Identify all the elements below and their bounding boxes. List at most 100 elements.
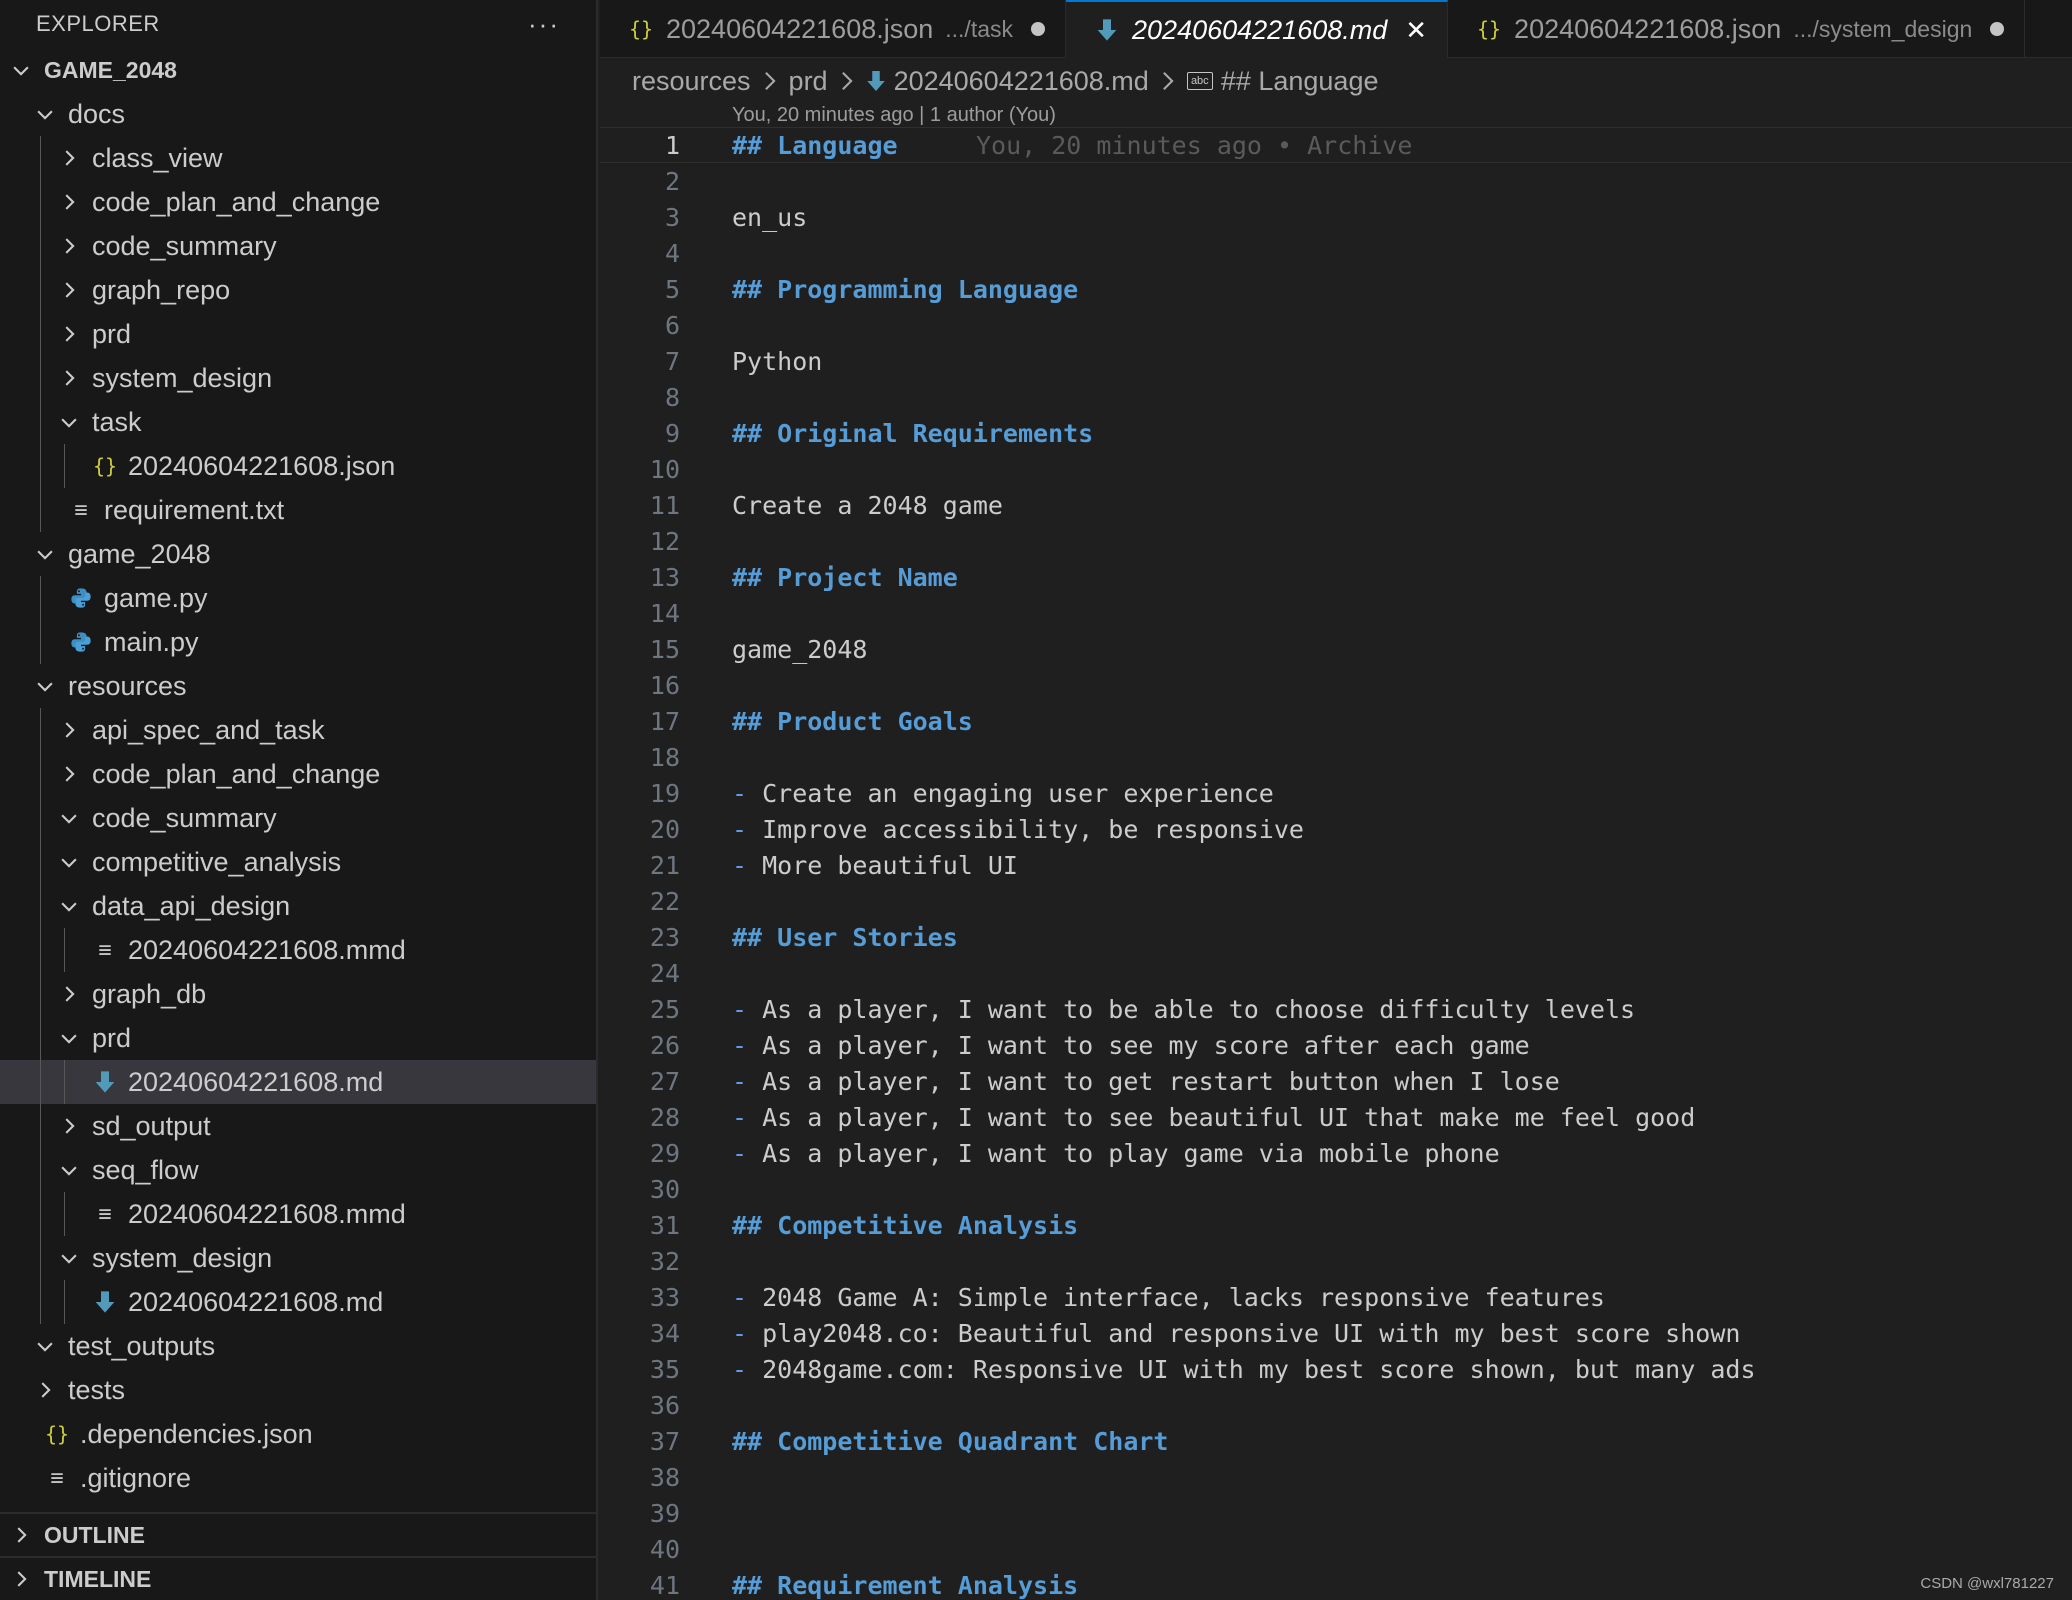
code-line[interactable]: 39 (600, 1495, 2072, 1531)
breadcrumb-item[interactable]: resources (632, 66, 751, 97)
close-icon[interactable]: ✕ (1405, 15, 1427, 46)
code-line[interactable]: 20 - Improve accessibility, be responsive (600, 811, 2072, 847)
code-line[interactable]: 6 (600, 307, 2072, 343)
tree-file[interactable]: ≡ .gitignore (0, 1456, 596, 1500)
tree-folder[interactable]: test_outputs (0, 1324, 596, 1368)
tree-file[interactable]: {} 20240604221608.json (0, 444, 596, 488)
code-line[interactable]: 26 - As a player, I want to see my score … (600, 1027, 2072, 1063)
editor-tabs: {} 20240604221608.json .../task 20240604221… (600, 0, 2072, 58)
code-line[interactable]: 34 - play2048.co: Beautiful and responsiv… (600, 1315, 2072, 1351)
tree-file[interactable]: ≡ requirement.txt (0, 488, 596, 532)
code-line[interactable]: 40 (600, 1531, 2072, 1567)
code-line[interactable]: 11 Create a 2048 game (600, 487, 2072, 523)
tree-folder[interactable]: sd_output (0, 1104, 596, 1148)
code-line[interactable]: 32 (600, 1243, 2072, 1279)
unsaved-dot-icon[interactable] (1990, 22, 2005, 36)
outline-panel-header[interactable]: OUTLINE (0, 1512, 598, 1556)
code-line[interactable]: 21 - More beautiful UI (600, 847, 2072, 883)
tab-active[interactable]: 20240604221608.md ✕ (1066, 0, 1449, 58)
unsaved-dot-icon[interactable] (1031, 22, 1046, 36)
breadcrumb-item[interactable]: prd (789, 66, 828, 97)
code-editor[interactable]: 1 ## Language You, 20 minutes ago • Archiv… (600, 127, 2072, 1600)
tree-item-label: tests (68, 1374, 126, 1405)
code-line[interactable]: 14 (600, 595, 2072, 631)
tree-folder[interactable]: class_view (0, 136, 596, 180)
code-line[interactable]: 19 - Create an engaging user experience (600, 775, 2072, 811)
tree-file[interactable]: game.py (0, 576, 596, 620)
tab[interactable]: {} 20240604221608.json .../task (600, 0, 1067, 58)
bullet-marker: - (732, 1102, 763, 1132)
tree-item-label: class_view (92, 142, 223, 173)
tree-folder[interactable]: code_summary (0, 224, 596, 268)
code-line[interactable]: 1 ## Language You, 20 minutes ago • Archiv… (600, 127, 2072, 163)
code-line[interactable]: 35 - 2048game.com: Responsive UI with my … (600, 1351, 2072, 1387)
tree-file[interactable]: ≡ 20240604221608.mmd (0, 1192, 596, 1236)
tree-folder[interactable]: code_summary (0, 796, 596, 840)
markdown-heading: ## Project Name (732, 562, 958, 592)
code-line[interactable]: 31 ## Competitive Analysis (600, 1207, 2072, 1243)
code-line[interactable]: 37 ## Competitive Quadrant Chart (600, 1423, 2072, 1459)
tree-file[interactable]: 20240604221608.md (0, 1060, 596, 1104)
tree-file[interactable]: ≡ 20240604221608.mmd (0, 928, 596, 972)
tree-folder[interactable]: seq_flow (0, 1148, 596, 1192)
tree-folder[interactable]: code_plan_and_change (0, 180, 596, 224)
code-line[interactable]: 2 (600, 163, 2072, 199)
code-line[interactable]: 12 (600, 523, 2072, 559)
code-line[interactable]: 23 ## User Stories (600, 919, 2072, 955)
markdown-file-icon (1094, 17, 1120, 43)
code-line[interactable]: 36 (600, 1387, 2072, 1423)
code-line[interactable]: 38 (600, 1459, 2072, 1495)
tree-folder[interactable]: resources (0, 664, 596, 708)
tree-file[interactable]: 20240604221608.md (0, 1280, 596, 1324)
tree-folder[interactable]: GAME_2048 (0, 48, 596, 92)
code-line[interactable]: 17 ## Product Goals (600, 703, 2072, 739)
code-line[interactable]: 25 - As a player, I want to be able to ch… (600, 991, 2072, 1027)
code-line[interactable]: 5 ## Programming Language (600, 271, 2072, 307)
tree-folder[interactable]: code_plan_and_change (0, 752, 596, 796)
code-line[interactable]: 3 en_us (600, 199, 2072, 235)
code-line[interactable]: 22 (600, 883, 2072, 919)
code-line[interactable]: 16 (600, 667, 2072, 703)
code-line[interactable]: 4 (600, 235, 2072, 271)
tree-folder[interactable]: task (0, 400, 596, 444)
code-line[interactable]: 7 Python (600, 343, 2072, 379)
tree-folder[interactable]: docs (0, 92, 596, 136)
tree-folder[interactable]: api_spec_and_task (0, 708, 596, 752)
code-line[interactable]: 33 - 2048 Game A: Simple interface, lacks… (600, 1279, 2072, 1315)
tree-item-label: prd (92, 1022, 132, 1053)
tree-folder[interactable]: graph_repo (0, 268, 596, 312)
code-line[interactable]: 29 - As a player, I want to play game via… (600, 1135, 2072, 1171)
tree-folder[interactable]: system_design (0, 356, 596, 400)
more-actions-button[interactable]: ··· (528, 9, 560, 40)
code-line[interactable]: 18 (600, 739, 2072, 775)
tree-file[interactable]: main.py (0, 620, 596, 664)
code-line[interactable]: 41 ## Requirement Analysis (600, 1567, 2072, 1600)
code-line[interactable]: 13 ## Project Name (600, 559, 2072, 595)
breadcrumb-item[interactable]: 20240604221608.md (894, 66, 1149, 97)
tree-folder[interactable]: prd (0, 1016, 596, 1060)
tree-item-label: requirement.txt (104, 494, 285, 525)
tree-folder[interactable]: tests (0, 1368, 596, 1412)
tree-file[interactable]: {} .dependencies.json (0, 1412, 596, 1456)
code-line[interactable]: 24 (600, 955, 2072, 991)
code-line[interactable]: 30 (600, 1171, 2072, 1207)
tree-folder[interactable]: competitive_analysis (0, 840, 596, 884)
tree-folder[interactable]: graph_db (0, 972, 596, 1016)
git-blame-codelens[interactable]: You, 20 minutes ago | 1 author (You) (732, 104, 1056, 127)
code-line[interactable]: 8 (600, 379, 2072, 415)
tree-folder[interactable]: prd (0, 312, 596, 356)
tab-description: .../task (945, 15, 1014, 42)
tree-item-label: data_api_design (92, 890, 291, 921)
tree-folder[interactable]: game_2048 (0, 532, 596, 576)
code-line[interactable]: 9 ## Original Requirements (600, 415, 2072, 451)
timeline-panel-header[interactable]: TIMELINE (0, 1556, 598, 1600)
tree-folder[interactable]: system_design (0, 1236, 596, 1280)
tree-folder[interactable]: data_api_design (0, 884, 596, 928)
line-number: 24 (649, 958, 680, 988)
breadcrumb-item[interactable]: ## Language (1221, 66, 1379, 97)
code-line[interactable]: 28 - As a player, I want to see beautiful… (600, 1099, 2072, 1135)
tab[interactable]: {} 20240604221608.json .../system_design (1448, 0, 2026, 58)
code-line[interactable]: 10 (600, 451, 2072, 487)
code-line[interactable]: 27 - As a player, I want to get restart b… (600, 1063, 2072, 1099)
code-line[interactable]: 15 game_2048 (600, 631, 2072, 667)
